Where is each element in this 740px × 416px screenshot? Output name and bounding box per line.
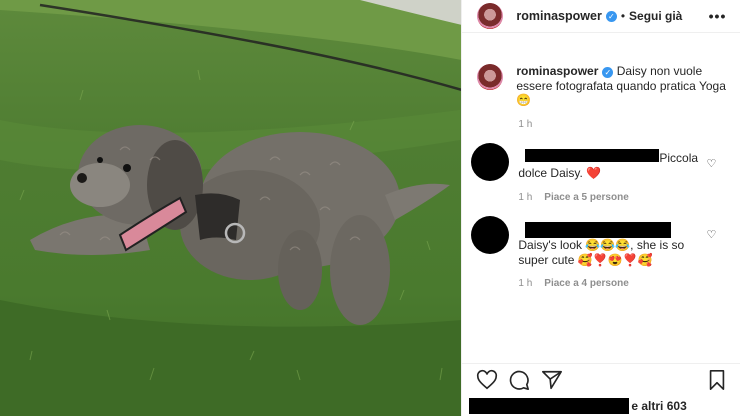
redacted-avatar[interactable] xyxy=(471,216,510,254)
comment-like-heart-icon[interactable]: ♡ xyxy=(707,157,717,170)
comment-like-heart-icon[interactable]: ♡ xyxy=(707,228,717,241)
verified-badge-icon: ✓ xyxy=(602,67,614,78)
username-link[interactable]: rominaspower xyxy=(516,9,601,23)
avatar[interactable] xyxy=(477,3,504,29)
post-photo[interactable] xyxy=(0,0,462,416)
redacted-username xyxy=(525,222,672,238)
comment-item: Daisy's look 😂😂😂, she is so super cute 🥰… xyxy=(471,216,716,289)
comment-meta: 1 h Piace a 4 persone xyxy=(518,278,628,289)
comment-item: Piccola dolce Daisy. ❤️ ♡ 1 h Piace a 5 p… xyxy=(471,143,716,203)
dog-on-grass-image xyxy=(0,0,462,416)
redacted-avatar[interactable] xyxy=(471,143,510,181)
comment-likes[interactable]: Piace a 4 persone xyxy=(544,278,629,289)
more-options-icon[interactable]: ••• xyxy=(709,8,727,24)
redacted-likers xyxy=(469,398,630,414)
caption-time[interactable]: 1 h xyxy=(518,119,532,130)
verified-badge-icon: ✓ xyxy=(605,10,617,22)
post-caption: rominaspower ✓ Daisy non vuole essere fot… xyxy=(477,64,727,108)
avatar[interactable] xyxy=(477,64,504,90)
comment-time[interactable]: 1 h xyxy=(518,192,532,203)
share-icon[interactable] xyxy=(541,369,563,391)
likes-summary[interactable]: e altri 603 xyxy=(469,396,739,416)
comment-likes[interactable]: Piace a 5 persone xyxy=(544,192,629,203)
dog xyxy=(30,125,450,325)
action-bar xyxy=(462,363,740,396)
caption-username[interactable]: rominaspower xyxy=(516,64,598,78)
caption-body: rominaspower ✓ Daisy non vuole essere fot… xyxy=(516,64,727,108)
following-button[interactable]: Segui già xyxy=(629,9,682,23)
post-header: rominaspower ✓ • Segui già ••• xyxy=(462,0,740,33)
bookmark-icon[interactable] xyxy=(706,369,728,391)
instagram-post: rominaspower ✓ • Segui già ••• rominaspo… xyxy=(0,0,740,416)
comment-meta: 1 h Piace a 5 persone xyxy=(518,192,628,203)
heart-icon[interactable] xyxy=(476,369,498,391)
comment-text: Daisy's look 😂😂😂, she is so super cute 🥰… xyxy=(518,238,685,267)
post-sidebar: rominaspower ✓ • Segui già ••• rominaspo… xyxy=(461,0,740,416)
likes-count[interactable]: e altri 603 xyxy=(631,399,686,413)
separator-dot: • xyxy=(620,9,626,23)
comment-text: Piccola dolce Daisy. ❤️ xyxy=(518,151,699,180)
comment-icon[interactable] xyxy=(508,369,530,391)
comment-time[interactable]: 1 h xyxy=(518,278,532,289)
